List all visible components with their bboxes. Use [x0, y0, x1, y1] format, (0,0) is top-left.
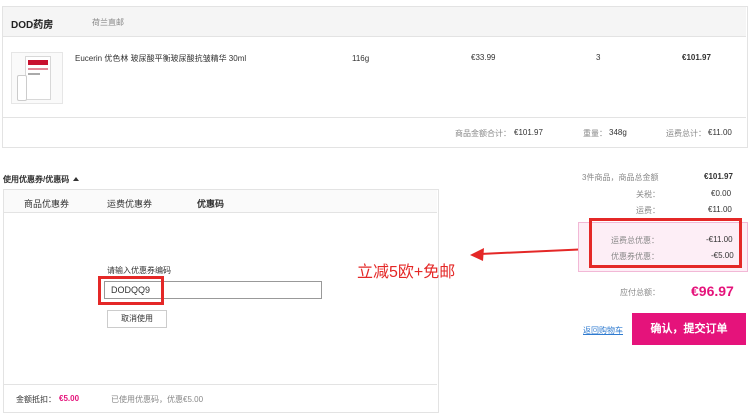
- promo-input-label: 请输入优惠券编码: [107, 266, 171, 275]
- coupon-footer-divider: [4, 384, 437, 385]
- product-subtotal: €101.97: [682, 53, 711, 62]
- tab-product-coupon[interactable]: 商品优惠券: [24, 197, 69, 210]
- weight-value: 348g: [609, 128, 627, 137]
- coupon-discount-label: 优惠券优惠：: [611, 252, 659, 261]
- eucerin-logo: [28, 60, 48, 65]
- back-to-cart-link[interactable]: 返回购物车: [583, 325, 623, 336]
- goods-total-label: 商品金额合计：: [455, 129, 511, 138]
- coupon-section-label: 使用优惠券/优惠码: [3, 175, 70, 184]
- product-quantity: 3: [596, 53, 601, 62]
- product-bottle-shape: [17, 75, 27, 101]
- coupon-section-title[interactable]: 使用优惠券/优惠码: [3, 174, 80, 185]
- caret-up-icon: [73, 177, 80, 181]
- payable-label: 应付总额：: [620, 288, 660, 297]
- coupon-panel: [3, 189, 439, 413]
- ship-discount-value: -€11.00: [706, 235, 733, 244]
- product-box-shape: [25, 56, 51, 100]
- product-weight: 116g: [352, 54, 370, 63]
- summary-shipping-label: 运费：: [636, 206, 660, 215]
- summary-items-value: €101.97: [704, 172, 733, 181]
- used-coupon-note: 已使用优惠码，优惠€5.00: [111, 395, 204, 404]
- annotation-text: 立减5欧+免邮: [357, 264, 456, 281]
- shipping-total-value: €11.00: [708, 128, 732, 137]
- summary-shipping-value: €11.00: [708, 205, 732, 214]
- summary-tax-value: €0.00: [711, 189, 732, 198]
- store-name[interactable]: DOD药房: [11, 16, 53, 31]
- arrow-head-icon: [470, 248, 484, 261]
- arrow-shaft: [479, 248, 590, 255]
- summary-items-label: 3件商品，商品总金额: [582, 173, 659, 182]
- product-price: €33.99: [471, 53, 496, 62]
- product-name[interactable]: Eucerin 优色林 玻尿酸平衡玻尿酸抗皱精华 30ml: [75, 53, 246, 64]
- shipping-total-label: 运费总计：: [666, 129, 706, 138]
- promo-code-highlight: [98, 276, 164, 305]
- deduct-value: €5.00: [59, 394, 80, 403]
- submit-order-button[interactable]: 确认，提交订单: [632, 313, 746, 345]
- cancel-coupon-button[interactable]: 取消使用: [107, 310, 167, 328]
- summary-tax-label: 关税：: [636, 190, 660, 199]
- divider: [3, 117, 746, 118]
- product-image[interactable]: [11, 52, 63, 104]
- tab-promo-code[interactable]: 优惠码: [197, 197, 224, 210]
- store-origin: 荷兰直邮: [92, 18, 124, 27]
- goods-total-value: €101.97: [514, 128, 543, 137]
- weight-label: 重量：: [583, 129, 607, 138]
- ship-discount-label: 运费总优惠：: [611, 236, 659, 245]
- deduct-label: 金额抵扣：: [16, 395, 56, 404]
- tab-shipping-coupon[interactable]: 运费优惠券: [107, 197, 152, 210]
- payable-value: €96.97: [691, 283, 734, 299]
- coupon-discount-value: -€5.00: [711, 251, 734, 260]
- annotation-arrow: [470, 248, 590, 261]
